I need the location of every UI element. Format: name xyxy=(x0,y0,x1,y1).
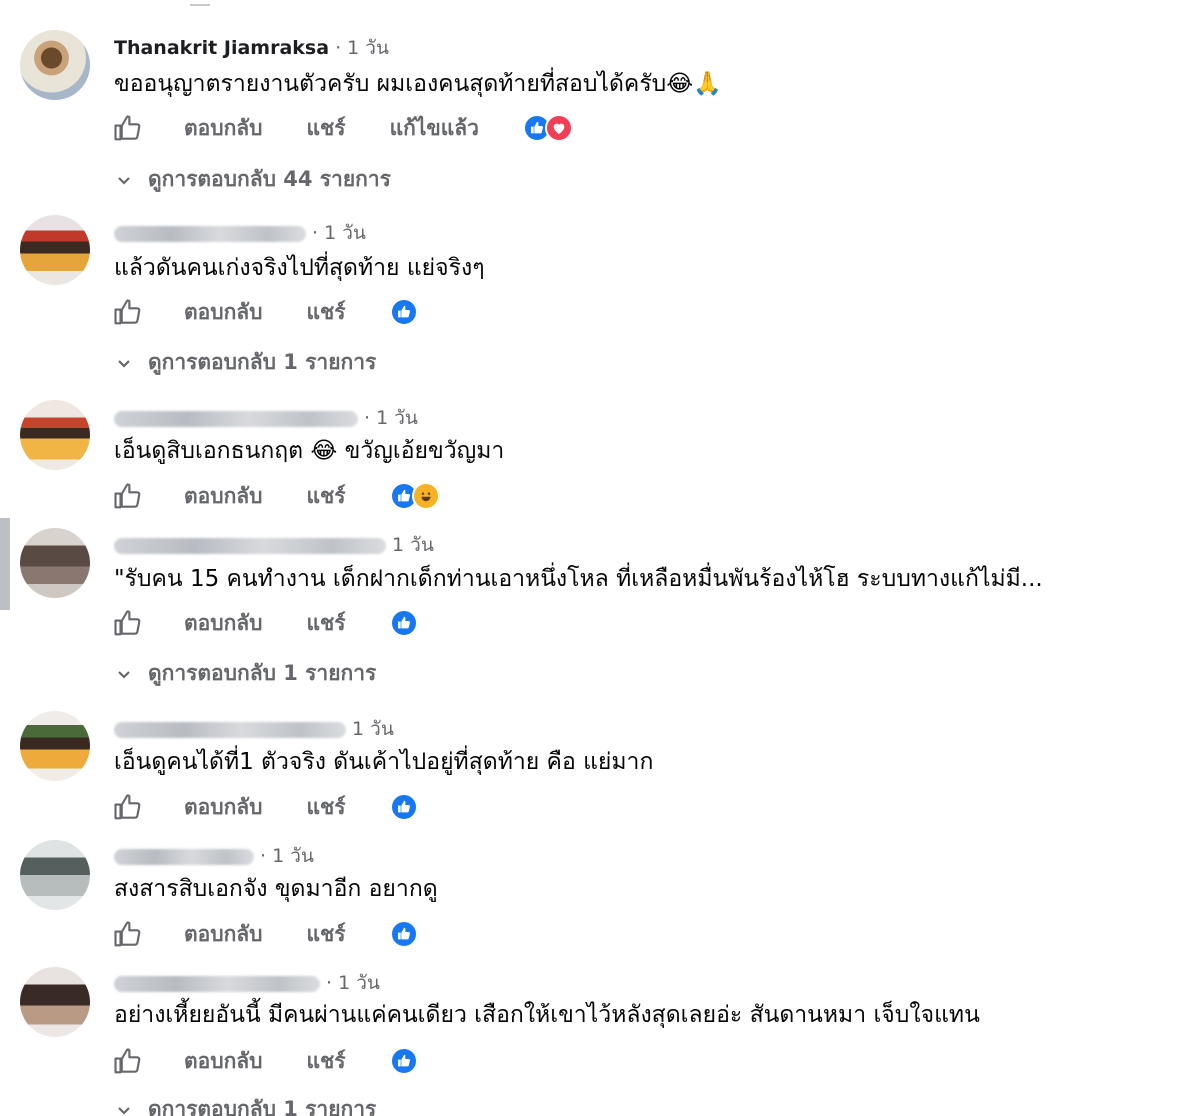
avatar[interactable] xyxy=(20,967,90,1037)
author-name-blurred[interactable] xyxy=(114,721,346,738)
comment-text: สงสารสิบเอกจัง ขุดมาอีก อยากดู xyxy=(114,876,438,902)
reply-button[interactable]: ตอบกลับ xyxy=(184,918,263,951)
view-replies-link[interactable]: ดูการตอบกลับ 44 รายการ xyxy=(116,163,391,196)
comment-meta: · 1 วัน xyxy=(114,220,366,246)
reply-button[interactable]: ตอบกลับ xyxy=(184,607,263,640)
comment-text: อย่างเหี้ยยอันนี้ มีคนผ่านแค่คนเดียว เสื… xyxy=(114,1002,980,1028)
view-replies-label: ดูการตอบกลับ 44 รายการ xyxy=(148,167,391,191)
comment-meta: 1 วัน xyxy=(114,716,394,742)
reply-button[interactable]: ตอบกลับ xyxy=(184,296,263,329)
timestamp[interactable]: · 1 วัน xyxy=(326,972,380,994)
thumbs-up-icon xyxy=(114,299,141,325)
thumbs-up-icon xyxy=(114,1048,141,1074)
author-name-blurred[interactable] xyxy=(114,410,358,427)
like-button[interactable] xyxy=(112,791,144,823)
comment-actions: ตอบกลับ แชร์ xyxy=(112,791,418,823)
share-button[interactable]: แชร์ xyxy=(307,1045,346,1078)
comment-meta: Thanakrit Jiamraksa · 1 วัน xyxy=(114,35,389,61)
view-replies-link[interactable]: ดูการตอบกลับ 1 รายการ xyxy=(116,1093,376,1116)
avatar[interactable] xyxy=(20,528,90,598)
comment-text: แล้วดันคนเก่งจริงไปที่สุดท้าย แย่จริงๆ xyxy=(114,255,485,281)
like-button[interactable] xyxy=(112,112,144,144)
comment-actions: ตอบกลับ แชร์ xyxy=(112,296,418,328)
timestamp[interactable]: 1 วัน xyxy=(352,718,394,740)
comment-meta: · 1 วัน xyxy=(114,970,380,996)
thread-connector xyxy=(190,0,210,6)
reaction-summary[interactable] xyxy=(389,920,418,948)
avatar[interactable] xyxy=(20,840,90,910)
share-button[interactable]: แชร์ xyxy=(307,480,346,513)
share-button[interactable]: แชร์ xyxy=(307,791,346,824)
timestamp[interactable]: · 1 วัน xyxy=(260,845,314,867)
comment-text: เอ็นดูสิบเอกธนกฤต 😂 ขวัญเอ้ยขวัญมา xyxy=(114,438,505,464)
thumbs-up-icon xyxy=(114,483,141,509)
reaction-summary[interactable] xyxy=(389,793,418,821)
avatar[interactable] xyxy=(20,215,90,285)
comment-text: "รับคน 15 คนทำงาน เด็กฝากเด็กท่านเอาหนึ่… xyxy=(114,566,1043,592)
thumbs-up-icon xyxy=(114,921,141,947)
avatar[interactable] xyxy=(20,400,90,470)
author-name-blurred[interactable] xyxy=(114,225,306,242)
comment-meta: · 1 วัน xyxy=(114,405,418,431)
like-button[interactable] xyxy=(112,607,144,639)
thumbs-up-icon xyxy=(114,610,141,636)
edited-label[interactable]: แก้ไขแล้ว xyxy=(390,112,479,145)
avatar[interactable] xyxy=(20,711,90,781)
view-replies-link[interactable]: ดูการตอบกลับ 1 รายการ xyxy=(116,657,376,690)
reaction-summary[interactable] xyxy=(522,114,573,142)
thumbs-up-icon xyxy=(114,794,141,820)
reaction-summary[interactable] xyxy=(389,1047,418,1075)
chevron-down-icon xyxy=(116,170,136,190)
share-button[interactable]: แชร์ xyxy=(307,918,346,951)
scrollbar-thumb[interactable] xyxy=(0,518,10,610)
comment-actions: ตอบกลับ แชร์ xyxy=(112,918,418,950)
view-replies-link[interactable]: ดูการตอบกลับ 1 รายการ xyxy=(116,346,376,379)
reply-button[interactable]: ตอบกลับ xyxy=(184,112,263,145)
comment-text: ขออนุญาตรายงานตัวครับ ผมเองคนสุดท้ายที่ส… xyxy=(114,71,722,97)
like-reaction-icon xyxy=(389,1047,418,1075)
like-button[interactable] xyxy=(112,1045,144,1077)
author-name-blurred[interactable] xyxy=(114,848,254,865)
reaction-summary[interactable] xyxy=(389,482,440,510)
timestamp[interactable]: · 1 วัน xyxy=(335,37,389,59)
reply-button[interactable]: ตอบกลับ xyxy=(184,791,263,824)
author-name-blurred[interactable] xyxy=(114,537,386,554)
share-button[interactable]: แชร์ xyxy=(307,112,346,145)
comment-actions: ตอบกลับ แชร์ xyxy=(112,1045,418,1077)
like-button[interactable] xyxy=(112,296,144,328)
comment-actions: ตอบกลับ แชร์ แก้ไขแล้ว xyxy=(112,112,573,144)
comment-meta: · 1 วัน xyxy=(114,843,314,869)
love-reaction-icon xyxy=(544,114,573,142)
timestamp[interactable]: 1 วัน xyxy=(392,534,434,556)
like-reaction-icon xyxy=(389,298,418,326)
like-reaction-icon xyxy=(389,793,418,821)
reaction-summary[interactable] xyxy=(389,609,418,637)
like-reaction-icon xyxy=(389,920,418,948)
reply-button[interactable]: ตอบกลับ xyxy=(184,480,263,513)
reply-button[interactable]: ตอบกลับ xyxy=(184,1045,263,1078)
comment-actions: ตอบกลับ แชร์ xyxy=(112,480,440,512)
like-button[interactable] xyxy=(112,918,144,950)
author-name[interactable]: Thanakrit Jiamraksa xyxy=(114,37,329,59)
timestamp[interactable]: · 1 วัน xyxy=(364,407,418,429)
comment-text: เอ็นดูคนได้ที่1 ตัวจริง ดันเค้าไปอยู่ที่… xyxy=(114,749,654,775)
comment-actions: ตอบกลับ แชร์ xyxy=(112,607,418,639)
comment-meta: 1 วัน xyxy=(114,532,434,558)
chevron-down-icon xyxy=(116,1100,136,1116)
timestamp[interactable]: · 1 วัน xyxy=(312,222,366,244)
view-replies-label: ดูการตอบกลับ 1 รายการ xyxy=(148,661,377,685)
like-button[interactable] xyxy=(112,480,144,512)
chevron-down-icon xyxy=(116,353,136,373)
share-button[interactable]: แชร์ xyxy=(307,296,346,329)
thumbs-up-icon xyxy=(114,115,141,141)
avatar[interactable] xyxy=(20,30,90,100)
share-button[interactable]: แชร์ xyxy=(307,607,346,640)
reaction-summary[interactable] xyxy=(389,298,418,326)
author-name-blurred[interactable] xyxy=(114,975,320,992)
view-replies-label: ดูการตอบกลับ 1 รายการ xyxy=(148,1097,377,1116)
haha-reaction-icon xyxy=(411,482,440,510)
chevron-down-icon xyxy=(116,664,136,684)
like-reaction-icon xyxy=(389,609,418,637)
view-replies-label: ดูการตอบกลับ 1 รายการ xyxy=(148,350,377,374)
